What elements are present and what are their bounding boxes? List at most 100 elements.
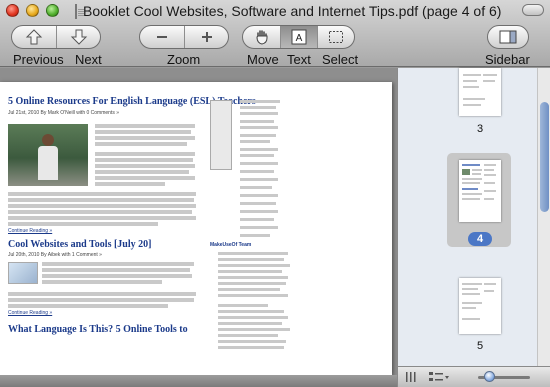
text-line: [95, 124, 195, 128]
text-line: [8, 204, 196, 208]
next-page-button[interactable]: [56, 26, 100, 48]
text-line: [240, 170, 274, 173]
text-line: [240, 120, 274, 123]
minimize-window-button[interactable]: [26, 4, 39, 17]
text-line: [95, 170, 189, 174]
article-title-cool-websites[interactable]: Cool Websites and Tools [July 20]: [8, 239, 151, 250]
text-line: [42, 268, 190, 272]
sidebar-toggle-button[interactable]: [488, 26, 528, 48]
thumbnail-size-slider-knob[interactable]: [484, 371, 495, 382]
pdf-document-icon: [75, 3, 84, 19]
text-tool-button[interactable]: A: [280, 26, 317, 48]
continue-reading-link[interactable]: Continue Reading »: [8, 228, 52, 234]
thumb-line: [462, 302, 482, 304]
select-tool-button[interactable]: [317, 26, 354, 48]
text-label: Text: [287, 52, 311, 67]
thumb-line: [462, 288, 478, 290]
thumbnail-sidebar[interactable]: 3 4 5: [397, 68, 550, 375]
sidebar-label: Sidebar: [485, 52, 530, 67]
thumbnail-page-5[interactable]: [459, 278, 501, 334]
thumb-line: [462, 188, 478, 190]
text-line: [218, 310, 284, 313]
scrollbar-thumb[interactable]: [540, 102, 549, 212]
marquee-select-icon: [329, 31, 343, 43]
text-line: [218, 258, 284, 261]
thumb-line: [484, 169, 494, 171]
text-line: [218, 304, 268, 307]
thumbnail-page-3[interactable]: [459, 68, 501, 116]
hand-icon: [255, 30, 267, 45]
window-title-text: Booklet Cool Websites, Software and Inte…: [83, 3, 502, 19]
text-line: [8, 216, 196, 220]
view-options-icon[interactable]: [428, 371, 450, 383]
thumb-line: [484, 290, 494, 292]
zoom-label: Zoom: [167, 52, 201, 67]
article-title-language[interactable]: What Language Is This? 5 Online Tools to: [8, 324, 188, 335]
select-label: Select: [322, 52, 359, 67]
text-line: [218, 252, 288, 255]
text-line: [218, 340, 286, 343]
text-line: [240, 154, 274, 157]
window-toolbar: Booklet Cool Websites, Software and Inte…: [0, 0, 550, 67]
thumbnail-page-4[interactable]: [459, 160, 501, 222]
text-line: [240, 226, 278, 229]
text-line: [218, 322, 282, 325]
thumb-line: [472, 169, 482, 171]
thumb-line: [462, 164, 480, 166]
thumbnail-scrollbar[interactable]: [537, 68, 550, 375]
zoom-window-button[interactable]: [46, 4, 59, 17]
previous-page-button[interactable]: [12, 26, 56, 48]
text-line: [95, 136, 195, 140]
previous-label: Previous: [13, 52, 64, 67]
zoom-in-button[interactable]: [184, 26, 228, 48]
text-line: [240, 100, 280, 103]
document-view[interactable]: 5 Online Resources For English Language …: [0, 68, 397, 375]
text-line: [240, 134, 276, 137]
continue-reading-link-2[interactable]: Continue Reading »: [8, 310, 52, 316]
toolbar-toggle-button[interactable]: [522, 4, 544, 16]
svg-text:A: A: [296, 33, 303, 44]
text-line: [240, 194, 278, 197]
current-page-badge: 4: [468, 232, 492, 246]
thumb-line: [462, 293, 480, 295]
text-line: [218, 316, 288, 319]
thumbnail-label-5: 5: [476, 340, 484, 352]
text-line: [95, 142, 187, 146]
close-window-button[interactable]: [6, 4, 19, 17]
thumb-line: [462, 198, 480, 200]
thumb-line: [463, 104, 481, 106]
text-line: [240, 178, 278, 181]
text-line: [240, 234, 270, 237]
text-cursor-icon: A: [291, 29, 307, 45]
move-tool-button[interactable]: [243, 26, 280, 48]
text-line: [218, 288, 280, 291]
text-line: [8, 298, 194, 302]
text-line: [240, 112, 278, 115]
tool-mode-group: A: [242, 25, 355, 49]
window-title: Booklet Cool Websites, Software and Inte…: [75, 2, 501, 20]
text-line: [95, 158, 193, 162]
window-controls: [6, 4, 59, 17]
thumb-line: [483, 80, 495, 82]
plus-icon: [201, 32, 212, 42]
text-line: [8, 210, 192, 214]
zoom-out-button[interactable]: [140, 26, 184, 48]
text-line: [8, 222, 158, 226]
thumb-line: [462, 307, 476, 309]
text-line: [95, 152, 195, 156]
text-line: [240, 186, 272, 189]
thumb-line: [463, 98, 485, 100]
thumb-line: [483, 74, 497, 76]
page-nav-segment: [11, 25, 101, 49]
text-line: [218, 282, 286, 285]
text-line: [240, 210, 278, 213]
minus-icon: [157, 36, 167, 38]
thumb-line: [462, 178, 482, 180]
arrow-down-icon: [70, 29, 87, 45]
thumb-line: [484, 283, 496, 285]
thumbnail-label-3: 3: [476, 123, 484, 135]
text-line: [218, 346, 284, 349]
thumb-line: [484, 164, 496, 166]
thumb-line: [463, 80, 477, 82]
grip-lines-icon[interactable]: [404, 371, 418, 383]
